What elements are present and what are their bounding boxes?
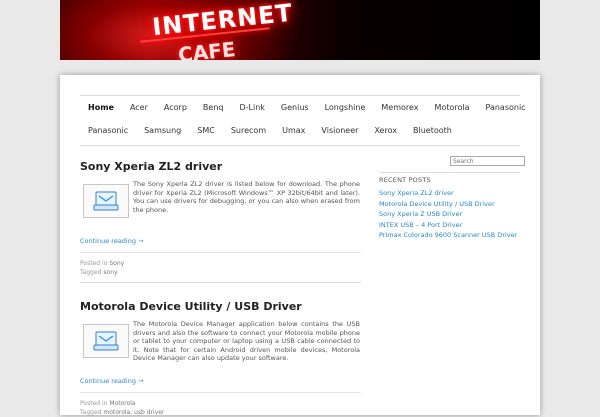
header-banner-image: INTERNET CAFE (60, 0, 540, 60)
recent-post-link[interactable]: Primax Colorado 9600 Scanner USB Driver (379, 230, 520, 241)
nav-item-xerox[interactable]: Xerox (366, 126, 405, 135)
nav-item-memorex[interactable]: Memorex (373, 103, 426, 112)
recent-post-link[interactable]: Motorola Device Utility / USB Driver (379, 199, 520, 210)
post-title-link[interactable]: Motorola Device Utility / USB Driver (80, 300, 361, 314)
nav-row-1: Home Acer Acorp Benq D-Link Genius Longs… (80, 97, 534, 117)
nav-item-acer[interactable]: Acer (122, 103, 156, 112)
category-link[interactable]: Sony (109, 260, 124, 267)
tagged-label: Tagged (80, 409, 102, 416)
continue-reading-link[interactable]: Continue reading → (80, 376, 361, 386)
post-category-line: Posted in Sony (80, 259, 361, 268)
continue-reading-link[interactable]: Continue reading → (80, 236, 361, 246)
post-tags-line: Tagged sony (80, 268, 361, 277)
nav-item-acorp[interactable]: Acorp (156, 103, 195, 112)
recent-posts-title: RECENT POSTS (379, 172, 520, 184)
nav-row-2: Panasonic Samsung SMC Surecom Umax Visio… (80, 120, 460, 140)
nav-item-genius[interactable]: Genius (273, 103, 317, 112)
nav-item-samsung[interactable]: Samsung (136, 126, 189, 135)
tag-link[interactable]: sony (103, 269, 117, 276)
post-meta: Posted in Sony Tagged sony (80, 252, 361, 277)
nav-item-benq[interactable]: Benq (195, 103, 232, 112)
post-excerpt: The Sony Xperia ZL2 driver is listed bel… (133, 180, 360, 214)
post-title-link[interactable]: Sony Xperia ZL2 driver (80, 160, 361, 174)
driver-install-icon[interactable] (83, 184, 129, 218)
nav-item-panasonic-2[interactable]: Panasonic (80, 126, 136, 135)
nav-item-d-link[interactable]: D-Link (231, 103, 272, 112)
recent-post-link[interactable]: Sony Xperia Z USB Driver (379, 209, 520, 220)
post-category-line: Posted in Motorola (80, 399, 361, 408)
driver-install-icon[interactable] (83, 324, 129, 358)
posted-in-label: Posted in (80, 400, 108, 407)
page-container: Home Acer Acorp Benq D-Link Genius Longs… (60, 75, 540, 417)
main-navigation: Home Acer Acorp Benq D-Link Genius Longs… (80, 95, 526, 146)
post-body: The Sony Xperia ZL2 driver is listed bel… (80, 180, 361, 236)
nav-item-bluetooth[interactable]: Bluetooth (405, 126, 460, 135)
nav-item-longshine[interactable]: Longshine (317, 103, 374, 112)
driver-install-icon-graphic (93, 331, 119, 351)
post-body: The Motorola Device Manager application … (80, 320, 361, 376)
post-divider (80, 282, 361, 283)
post-excerpt: The Motorola Device Manager application … (133, 320, 360, 362)
main-content: Sony Xperia ZL2 driver The Sony Xperia Z… (80, 160, 361, 417)
post-tags-line: Tagged motorola, usb driver (80, 408, 361, 417)
nav-item-surecom[interactable]: Surecom (223, 126, 274, 135)
category-link[interactable]: Motorola (109, 400, 135, 407)
recent-posts-list: Sony Xperia ZL2 driver Motorola Device U… (379, 188, 520, 241)
nav-item-home[interactable]: Home (80, 103, 122, 112)
post-meta: Posted in Motorola Tagged motorola, usb … (80, 392, 361, 417)
recent-post-link[interactable]: INTEX USB – 4 Port Driver (379, 220, 520, 231)
posted-in-label: Posted in (80, 260, 108, 267)
tag-link[interactable]: motorola, usb driver (103, 409, 164, 416)
sidebar: RECENT POSTS Sony Xperia ZL2 driver Moto… (379, 156, 525, 241)
search-input[interactable] (450, 156, 525, 166)
nav-item-umax[interactable]: Umax (274, 126, 313, 135)
driver-install-icon-graphic (93, 191, 119, 211)
nav-item-panasonic[interactable]: Panasonic (477, 103, 533, 112)
nav-item-motorola[interactable]: Motorola (427, 103, 478, 112)
tagged-label: Tagged (80, 269, 102, 276)
post-article: Sony Xperia ZL2 driver The Sony Xperia Z… (80, 160, 361, 283)
nav-item-visioneer[interactable]: Visioneer (313, 126, 366, 135)
post-article: Motorola Device Utility / USB Driver The… (80, 300, 361, 417)
recent-post-link[interactable]: Sony Xperia ZL2 driver (379, 188, 520, 199)
nav-item-smc[interactable]: SMC (189, 126, 223, 135)
